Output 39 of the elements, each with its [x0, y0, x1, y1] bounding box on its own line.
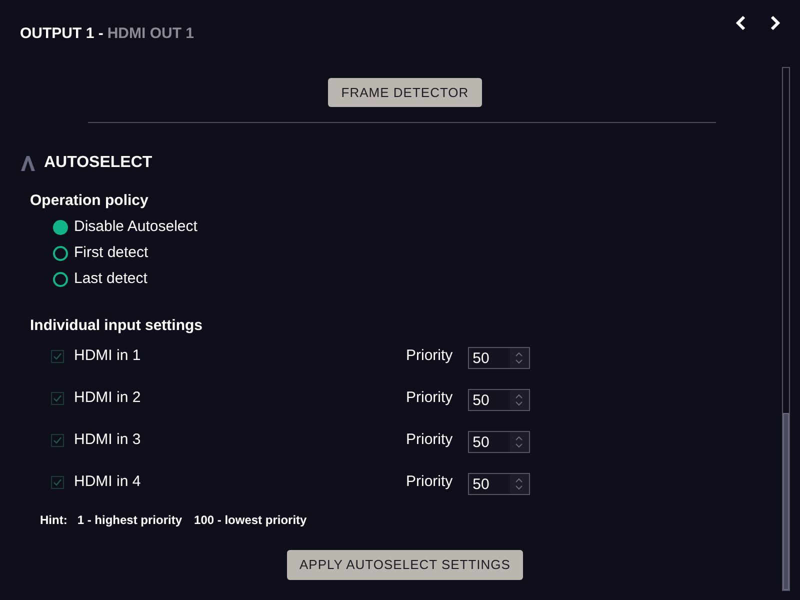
- section-title: AUTOSELECT: [44, 153, 152, 173]
- scrollbar-thumb[interactable]: [783, 413, 789, 590]
- priority-spinbox[interactable]: 50: [468, 431, 530, 453]
- radio-icon[interactable]: [53, 220, 68, 234]
- priority-label: Priority: [406, 388, 453, 408]
- apply-autoselect-settings-button[interactable]: APPLY AUTOSELECT SETTINGS: [286, 550, 524, 580]
- priority-spinbox[interactable]: 50: [468, 473, 530, 495]
- hint-label: Hint:: [40, 512, 68, 529]
- radio-option[interactable]: Last detect: [53, 268, 780, 290]
- priority-label: Priority: [406, 430, 453, 450]
- checkbox[interactable]: [51, 350, 64, 362]
- input-name: HDMI in 4: [74, 472, 142, 492]
- operation-policy-label: Operation policy: [29, 191, 150, 211]
- checkbox[interactable]: [51, 434, 64, 446]
- priority-spinbox[interactable]: 50: [468, 389, 530, 411]
- spinner-arrows-icon[interactable]: [510, 432, 529, 452]
- input-name: HDMI in 1: [74, 346, 142, 366]
- input-name: HDMI in 2: [74, 388, 142, 408]
- input-name: HDMI in 3: [74, 430, 142, 450]
- radio-icon[interactable]: [53, 272, 68, 286]
- individual-input-settings-label: Individual input settings: [29, 316, 204, 336]
- radio-icon[interactable]: [53, 246, 68, 260]
- hint-text: 1 - highest priority: [77, 512, 182, 529]
- spinner-arrows-icon[interactable]: [510, 474, 529, 494]
- output-title: OUTPUT 1 -: [20, 24, 104, 44]
- frame-detector-button[interactable]: FRAME DETECTOR: [328, 78, 482, 107]
- radio-option[interactable]: First detect: [53, 242, 780, 264]
- priority-spinbox[interactable]: 50: [468, 347, 530, 369]
- output-subtitle: HDMI OUT 1: [107, 24, 194, 44]
- hint-text: 100 - lowest priority: [194, 512, 307, 529]
- spinner-arrows-icon[interactable]: [510, 390, 529, 410]
- scrollbar[interactable]: [782, 67, 790, 591]
- letter-a-icon: [20, 155, 36, 171]
- priority-label: Priority: [406, 346, 453, 366]
- checkbox[interactable]: [51, 476, 64, 488]
- priority-label: Priority: [406, 472, 453, 492]
- checkbox[interactable]: [51, 392, 64, 404]
- radio-option[interactable]: Disable Autoselect: [53, 216, 780, 238]
- spinner-arrows-icon[interactable]: [510, 348, 529, 368]
